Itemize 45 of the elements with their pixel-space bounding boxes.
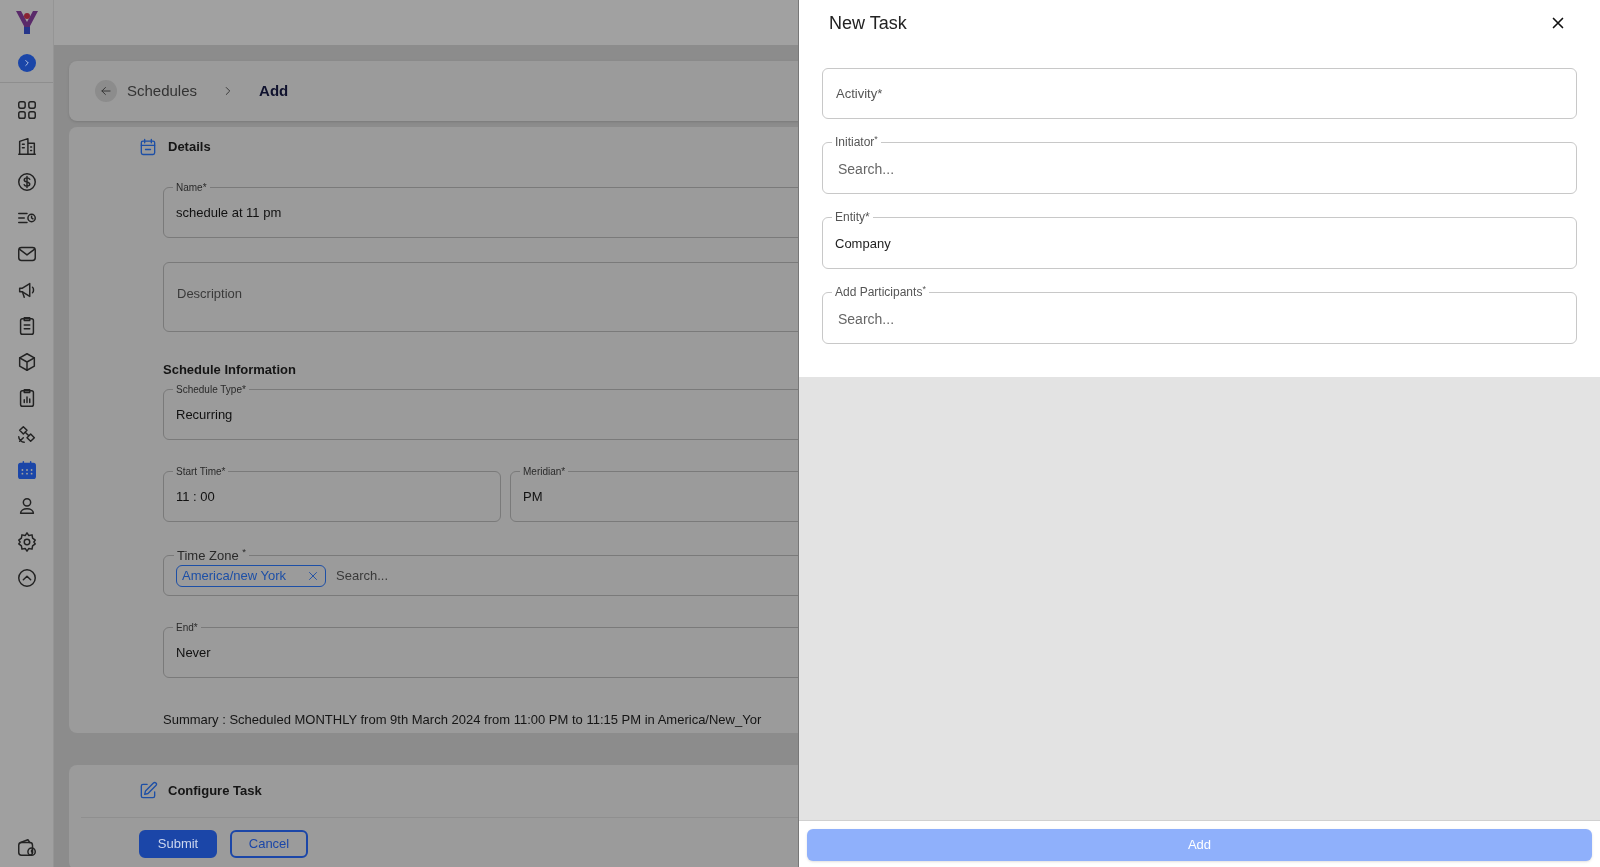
building-icon[interactable] <box>15 135 38 157</box>
chevron-up-circle-icon[interactable] <box>15 567 38 589</box>
field-label: Time Zone $^{*}$ <box>176 545 248 565</box>
field-value: 11 : 00 <box>176 487 215 506</box>
calendar-icon[interactable] <box>15 459 38 481</box>
search-field[interactable]: Add Participants$^{*}$ Search... <box>822 283 1577 344</box>
field-placeholder: Search... <box>837 309 895 329</box>
field-label: Name* <box>175 181 208 195</box>
drawer-title: New Task <box>829 11 907 35</box>
edit-icon <box>138 781 158 801</box>
schedule-summary: Summary : Scheduled MONTHLY from 9th March 2024 from 11:00 PM to 11:15 PM in America/New_Yor <box>163 711 763 729</box>
grid-icon[interactable] <box>15 99 38 121</box>
field-label: Meridian* <box>522 464 567 479</box>
field-label: Schedule Type* <box>175 382 247 397</box>
expand-button[interactable] <box>17 54 36 72</box>
section-title: Details <box>168 138 211 157</box>
description-field[interactable]: Description <box>163 262 798 332</box>
field-placeholder: Activity* <box>836 84 883 103</box>
search-field[interactable]: Initiator$^{*}$ Search... <box>822 133 1577 194</box>
text-field[interactable]: End* Never <box>163 620 798 678</box>
field-placeholder: Search... <box>837 159 895 179</box>
field-label: Add Participants$^{*}$ <box>834 283 927 301</box>
activity-field[interactable]: Activity* <box>822 68 1577 119</box>
field-value: Never <box>176 644 211 663</box>
back-arrow-icon <box>99 84 113 98</box>
field-value: Company <box>835 235 891 254</box>
field-label: End* <box>175 621 199 635</box>
field-value: Recurring <box>176 405 233 424</box>
calendar-icon <box>138 137 158 157</box>
section-heading: Schedule Information <box>163 361 297 379</box>
field-label: Start Time* <box>175 464 227 479</box>
dollar-circle-icon[interactable] <box>15 171 38 193</box>
field-value: PM <box>523 487 543 506</box>
field-placeholder: Search... <box>336 567 389 586</box>
submit-button[interactable]: Submit <box>139 830 217 858</box>
wallet-clock-icon[interactable] <box>15 837 38 859</box>
breadcrumb-link[interactable]: Schedules <box>127 79 198 103</box>
settings-icon[interactable] <box>15 531 38 553</box>
breadcrumb-current: Add <box>259 80 289 101</box>
field-label: Entity* <box>834 209 871 226</box>
field-value: schedule at 11 pm <box>176 204 282 223</box>
section-title: Configure Task <box>168 782 262 801</box>
text-field[interactable]: Name* schedule at 11 pm <box>163 180 798 238</box>
field-placeholder: Description <box>177 286 243 301</box>
field-label: Initiator$^{*}$ <box>834 133 879 151</box>
